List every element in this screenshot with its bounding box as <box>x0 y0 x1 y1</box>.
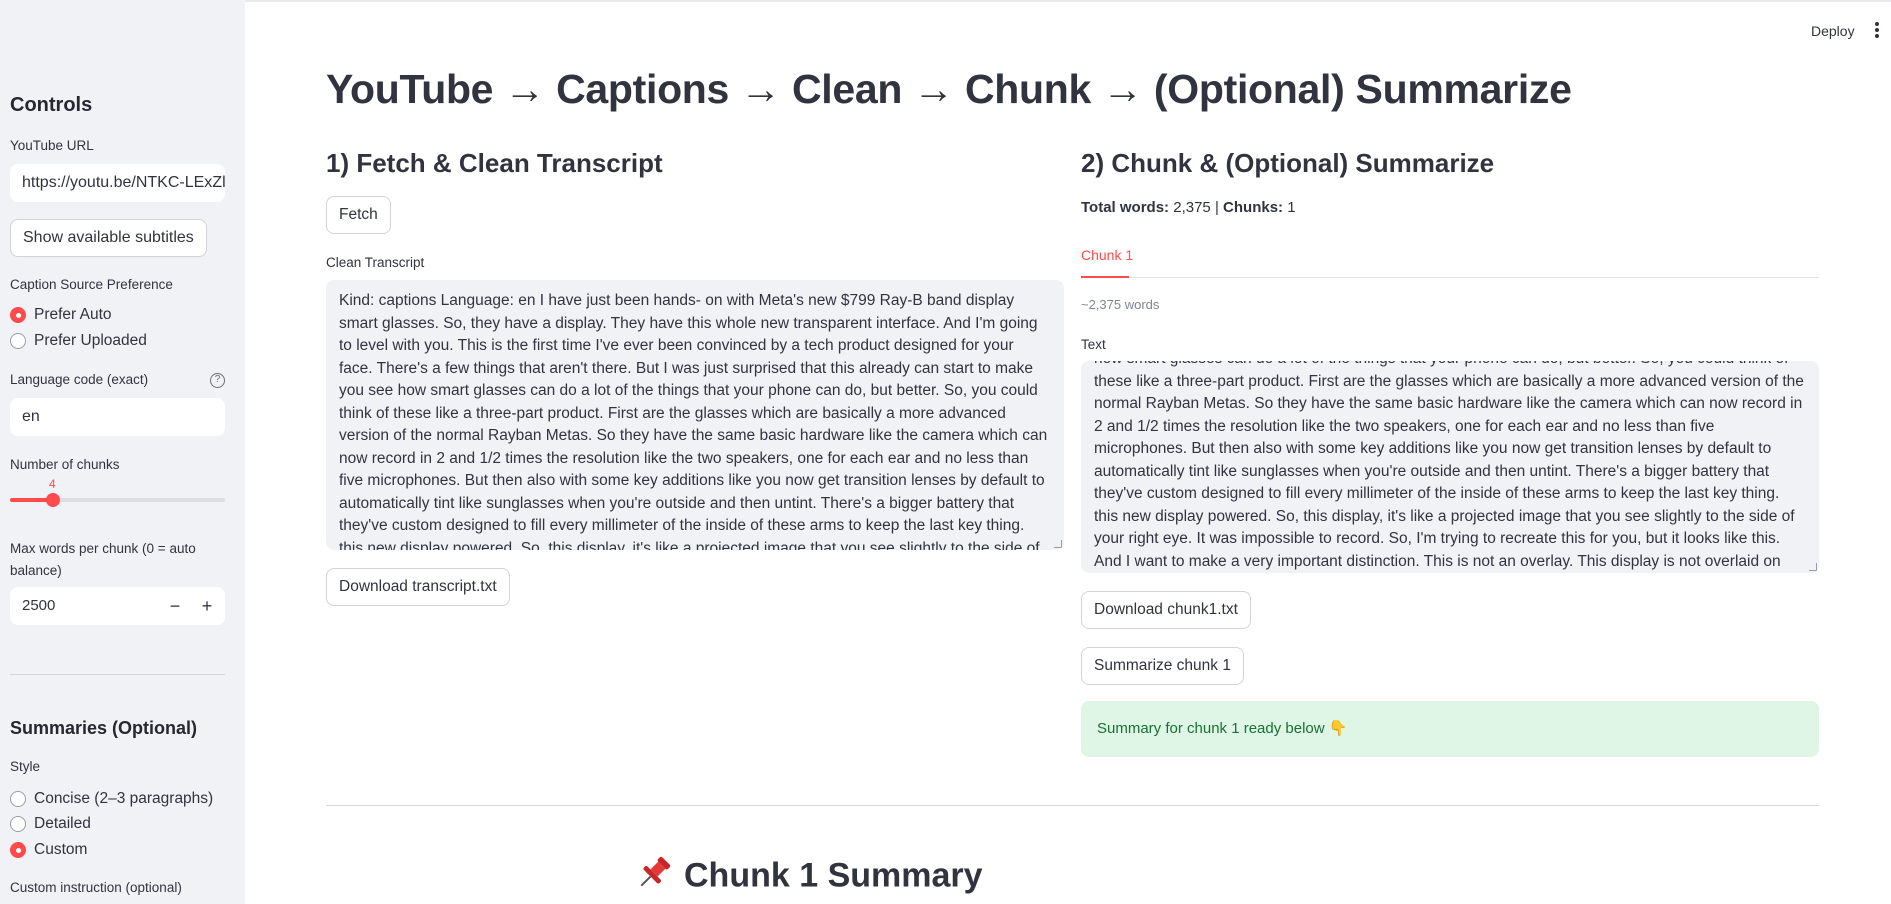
radio-label: Prefer Auto <box>34 306 112 323</box>
fetch-button[interactable]: Fetch <box>326 196 391 234</box>
page-title: YouTube → Captions → Clean → Chunk → (Op… <box>326 66 1572 112</box>
tab-chunk-1[interactable]: Chunk 1 <box>1081 247 1133 263</box>
tab-bar-divider <box>1081 277 1819 278</box>
radio-selected-indicator <box>10 307 26 323</box>
caption-preference-label: Caption Source Preference <box>10 277 173 292</box>
max-words-label: Max words per chunk (0 = auto balance) <box>10 541 196 578</box>
radio-prefer-auto[interactable]: Prefer Auto <box>10 306 112 324</box>
app-root: Controls YouTube URL https://youtu.be/NT… <box>0 0 1891 904</box>
increment-button[interactable]: + <box>193 587 221 625</box>
stats-separator: | <box>1214 199 1219 216</box>
chunks-count-value: 1 <box>1287 199 1296 216</box>
word-estimate: ~2,375 words <box>1081 297 1160 312</box>
slider-value: 4 <box>49 477 56 491</box>
radio-unselected-indicator <box>10 816 26 832</box>
decrement-button[interactable]: − <box>161 587 189 625</box>
resize-handle-icon[interactable] <box>1054 540 1062 548</box>
radio-label: Custom <box>34 841 88 858</box>
radio-style-custom[interactable]: Custom <box>10 841 87 859</box>
chunk-stats: Total words: 2,375 | Chunks: 1 <box>1081 199 1296 216</box>
download-transcript-button[interactable]: Download transcript.txt <box>326 568 510 606</box>
sidebar: Controls YouTube URL https://youtu.be/NT… <box>0 0 245 904</box>
radio-selected-indicator <box>10 842 26 858</box>
total-words-value: 2,375 <box>1173 199 1211 216</box>
chunk-text-textarea[interactable]: how smart glasses can do a lot of the th… <box>1081 361 1819 573</box>
chunk-summary-heading: Chunk 1 Summary <box>634 853 983 902</box>
transcript-text: Kind: captions Language: en I have just … <box>339 292 1048 550</box>
summary-heading-text: Chunk 1 Summary <box>684 856 983 895</box>
sidebar-title: Controls <box>10 94 93 116</box>
success-alert: Summary for chunk 1 ready below 👇 <box>1081 701 1819 757</box>
youtube-url-label: YouTube URL <box>10 138 94 153</box>
deploy-button[interactable]: Deploy <box>1811 23 1855 39</box>
radio-unselected-indicator <box>10 791 26 807</box>
show-subtitles-button[interactable]: Show available subtitles <box>10 219 207 257</box>
more-menu-icon[interactable] <box>1874 22 1880 40</box>
chunk-section-heading: 2) Chunk & (Optional) Summarize <box>1081 148 1495 178</box>
custom-instruction-label: Custom instruction (optional) <box>10 880 182 895</box>
radio-prefer-uploaded[interactable]: Prefer Uploaded <box>10 332 147 350</box>
radio-style-concise[interactable]: Concise (2–3 paragraphs) <box>10 790 213 808</box>
help-icon[interactable]: ? <box>210 373 225 388</box>
summarize-chunk-button[interactable]: Summarize chunk 1 <box>1081 647 1244 685</box>
active-tab-indicator <box>1081 276 1129 278</box>
language-code-input[interactable]: en <box>10 398 225 436</box>
slider-thumb[interactable] <box>46 493 60 507</box>
chunk-text: how smart glasses can do a lot of the th… <box>1094 361 1804 570</box>
radio-label: Prefer Uploaded <box>34 332 147 349</box>
number-of-chunks-label: Number of chunks <box>10 457 120 472</box>
chunks-slider[interactable] <box>10 493 225 507</box>
radio-label: Detailed <box>34 815 91 832</box>
resize-handle-icon[interactable] <box>1809 563 1817 571</box>
max-words-stepper[interactable]: 2500 − + <box>10 587 225 625</box>
download-chunk-button[interactable]: Download chunk1.txt <box>1081 591 1251 629</box>
clean-transcript-label: Clean Transcript <box>326 255 425 270</box>
summaries-title: Summaries (Optional) <box>10 718 198 738</box>
language-code-label: Language code (exact) <box>10 372 149 387</box>
chunk-text-label: Text <box>1081 337 1106 352</box>
total-words-label: Total words: <box>1081 199 1170 216</box>
fetch-section-heading: 1) Fetch & Clean Transcript <box>326 148 663 178</box>
header-divider <box>245 0 1891 2</box>
max-words-value[interactable]: 2500 <box>22 587 55 625</box>
pushpin-icon <box>634 853 674 902</box>
section-divider <box>326 805 1819 806</box>
radio-style-detailed[interactable]: Detailed <box>10 815 91 833</box>
youtube-url-input[interactable]: https://youtu.be/NTKC-LExZl <box>10 164 225 202</box>
radio-label: Concise (2–3 paragraphs) <box>34 790 214 807</box>
sidebar-divider <box>10 674 225 675</box>
radio-unselected-indicator <box>10 333 26 349</box>
chunks-count-label: Chunks: <box>1223 199 1284 216</box>
style-label: Style <box>10 759 41 774</box>
clean-transcript-textarea[interactable]: Kind: captions Language: en I have just … <box>326 280 1064 550</box>
